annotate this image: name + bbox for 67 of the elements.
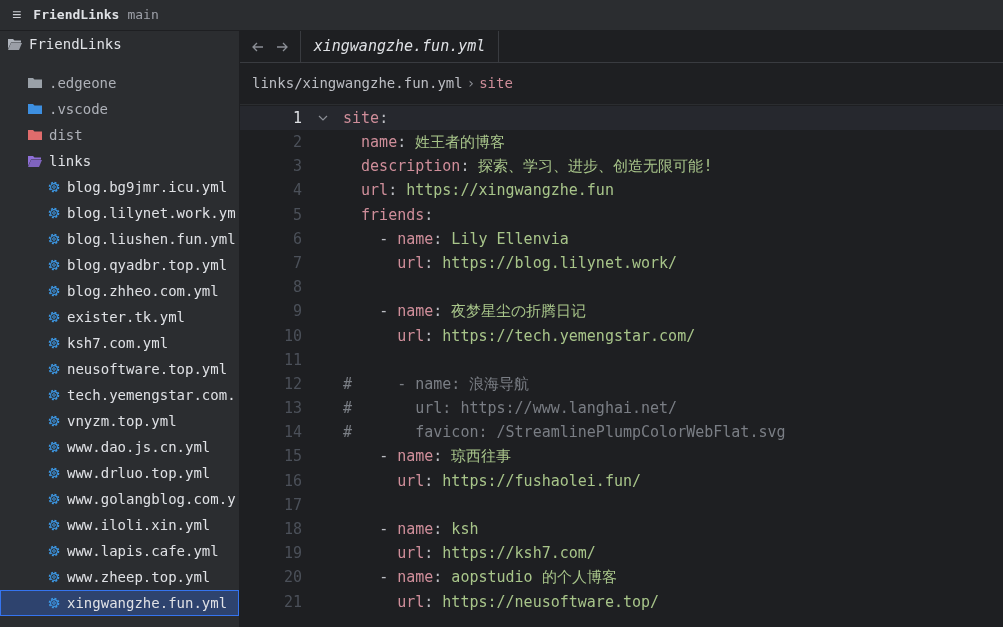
file-item[interactable]: www.zheep.top.yml — [0, 564, 239, 590]
file-item[interactable]: blog.zhheo.com.yml — [0, 278, 239, 304]
menu-icon[interactable]: ≡ — [12, 3, 22, 27]
project-name[interactable]: FriendLinks — [33, 5, 120, 25]
branch-name[interactable]: main — [127, 5, 159, 25]
gear-icon — [47, 544, 61, 558]
file-item[interactable]: blog.lilynet.work.ym — [0, 200, 239, 226]
gear-icon — [47, 362, 61, 376]
file-item[interactable]: tech.yemengstar.com. — [0, 382, 239, 408]
code-line: name: 姓王者的博客 — [360, 132, 506, 154]
fold-chevron-icon[interactable] — [317, 115, 328, 122]
gear-icon — [47, 492, 61, 506]
file-item[interactable]: www.golangblog.com.y — [0, 486, 239, 512]
file-item[interactable]: www.lapis.cafe.yml — [0, 538, 239, 564]
gear-icon — [47, 310, 61, 324]
code-line: friends: — [360, 204, 434, 226]
file-item[interactable]: www.dao.js.cn.yml — [0, 434, 239, 460]
breadcrumb-separator: › — [466, 74, 476, 93]
line-number: 1 — [291, 107, 302, 129]
folder-item[interactable]: dist — [0, 122, 239, 148]
gear-icon — [47, 180, 61, 194]
code-line: url: https://xingwangzhe.fun — [360, 180, 614, 202]
file-item[interactable]: ksh7.com.yml — [0, 330, 239, 356]
code-line: - name: 琼西往事 — [378, 446, 512, 468]
folder-item[interactable]: .vscode — [0, 96, 239, 122]
code-line: url: https://blog.lilynet.work/ — [396, 252, 678, 274]
code-line: url: https://ksh7.com/ — [396, 543, 596, 565]
gear-icon — [47, 284, 61, 298]
file-item[interactable]: blog.liushen.fun.yml — [0, 226, 239, 252]
file-item[interactable]: blog.bg9jmr.icu.yml — [0, 174, 239, 200]
code-line: description: 探索、学习、进步、创造无限可能! — [360, 156, 713, 178]
folder-item[interactable]: .edgeone — [0, 70, 239, 96]
gear-icon — [47, 518, 61, 532]
file-item[interactable]: xingwangzhe.fun.yml — [0, 590, 239, 616]
breadcrumb-path[interactable]: links/xingwangzhe.fun.yml — [252, 73, 463, 94]
code-comment: # favicon: /StreamlinePlumpColorWebFlat.svg — [343, 422, 786, 444]
gear-icon — [47, 206, 61, 220]
gear-icon — [47, 336, 61, 350]
gear-icon — [47, 596, 61, 610]
back-arrow-icon[interactable] — [252, 40, 264, 53]
code-line: - name: 夜梦星尘の折腾日记 — [378, 301, 587, 323]
folder-item[interactable]: links — [0, 148, 239, 174]
forward-arrow-icon[interactable] — [276, 40, 288, 53]
file-item[interactable]: exister.tk.yml — [0, 304, 239, 330]
gear-icon — [47, 570, 61, 584]
file-item[interactable]: www.drluo.top.yml — [0, 460, 239, 486]
gear-icon — [47, 466, 61, 480]
code-line: url: https://fushaolei.fun/ — [396, 470, 642, 492]
breadcrumb-item[interactable]: site — [479, 73, 513, 94]
gear-icon — [47, 258, 61, 272]
code-line: - name: aopstudio 的个人博客 — [378, 567, 617, 589]
code-comment: # url: https://www.langhai.net/ — [343, 398, 678, 420]
file-item[interactable]: vnyzm.top.yml — [0, 408, 239, 434]
code-line: - name: Lily Ellenvia — [378, 228, 569, 250]
gear-icon — [47, 440, 61, 454]
file-item[interactable]: neusoftware.top.yml — [0, 356, 239, 382]
gear-icon — [47, 232, 61, 246]
gear-icon — [47, 414, 61, 428]
file-item[interactable]: www.iloli.xin.yml — [0, 512, 239, 538]
file-item[interactable]: blog.qyadbr.top.yml — [0, 252, 239, 278]
code-line: url: https://tech.yemengstar.com/ — [396, 325, 696, 347]
folder-item[interactable]: FriendLinks — [0, 31, 239, 57]
code-line: - name: ksh — [378, 519, 479, 541]
code-line: url: https://neusoftware.top/ — [396, 591, 660, 613]
code-comment: # - name: 浪海导航 — [343, 373, 530, 395]
gear-icon — [47, 388, 61, 402]
code-line: site: — [343, 107, 389, 129]
